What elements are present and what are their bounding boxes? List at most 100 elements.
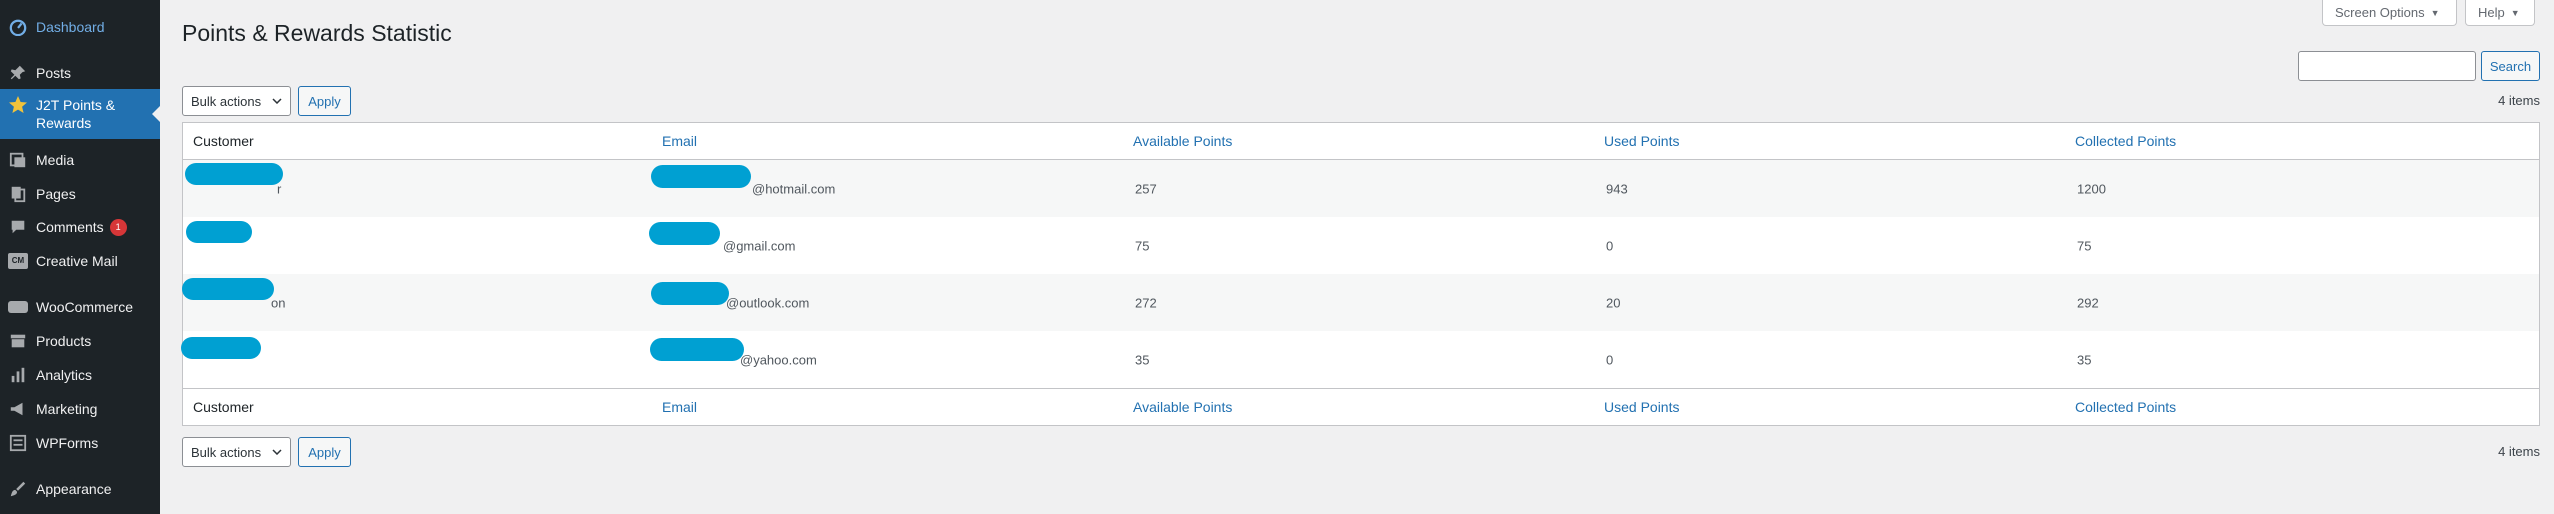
sidebar-item-label: WooCommerce <box>36 299 133 315</box>
collected-points-cell: 35 <box>2077 352 2092 367</box>
sidebar-item-posts[interactable]: Posts <box>0 61 160 85</box>
column-footer-customer: Customer <box>193 399 254 415</box>
email-cell: @gmail.com <box>723 238 796 253</box>
column-footer-used-points[interactable]: Used Points <box>1604 399 1679 415</box>
megaphone-icon <box>0 400 36 418</box>
chevron-down-icon <box>272 98 282 104</box>
redaction-mark <box>181 337 261 359</box>
sidebar-item-label: Media <box>36 152 75 168</box>
caret-down-icon: ▼ <box>2510 7 2520 18</box>
sidebar-item-label: Creative Mail <box>36 253 118 269</box>
sidebar-item-comments[interactable]: Comments 1 <box>0 215 160 239</box>
available-points-cell: 75 <box>1135 238 1150 253</box>
bulk-actions-select-bottom[interactable]: Bulk actions <box>182 437 291 467</box>
creative-mail-icon-text: CM <box>8 253 28 269</box>
sidebar-item-dashboard[interactable]: Dashboard <box>0 15 160 39</box>
sidebar-item-label: WPForms <box>36 435 99 451</box>
table-row: r @hotmail.com 257 943 1200 <box>183 160 2539 217</box>
sidebar-item-pages[interactable]: Pages <box>0 182 160 206</box>
creative-mail-icon: CM <box>0 253 36 269</box>
available-points-cell: 35 <box>1135 352 1150 367</box>
items-count-top: 4 items <box>2498 93 2540 108</box>
email-cell: @hotmail.com <box>752 181 836 196</box>
email-cell: @yahoo.com <box>740 352 817 367</box>
used-points-cell: 0 <box>1606 352 1614 367</box>
column-header-available-points[interactable]: Available Points <box>1133 133 1232 149</box>
bulk-actions-label: Bulk actions <box>191 93 262 109</box>
sidebar-item-label: Marketing <box>36 401 98 417</box>
redaction-mark <box>651 165 751 188</box>
pin-icon <box>0 64 36 82</box>
current-menu-arrow <box>152 106 160 122</box>
used-points-cell: 20 <box>1606 295 1621 310</box>
column-footer-collected-points[interactable]: Collected Points <box>2075 399 2176 415</box>
sidebar-item-appearance[interactable]: Appearance <box>0 477 160 501</box>
sidebar-item-j2t-points-rewards[interactable]: J2T Points & Rewards <box>0 89 160 139</box>
paintbrush-icon <box>0 480 36 498</box>
sidebar-item-products[interactable]: Products <box>0 329 160 353</box>
collected-points-cell: 1200 <box>2077 181 2106 196</box>
column-header-collected-points[interactable]: Collected Points <box>2075 133 2176 149</box>
screen-options-label: Screen Options <box>2335 5 2425 20</box>
column-header-used-points[interactable]: Used Points <box>1604 133 1679 149</box>
sidebar-item-woocommerce[interactable]: WooCommerce <box>0 295 160 319</box>
sidebar-item-label: Posts <box>36 65 72 81</box>
redaction-mark <box>182 278 274 300</box>
email-cell: @outlook.com <box>726 295 810 310</box>
column-footer-available-points[interactable]: Available Points <box>1133 399 1232 415</box>
table-header: Customer Email Available Points Used Poi… <box>183 123 2539 160</box>
admin-sidebar: Dashboard Posts J2T Points & Rewards Med… <box>0 0 160 514</box>
help-button[interactable]: Help ▼ <box>2465 0 2535 26</box>
sidebar-item-marketing[interactable]: Marketing <box>0 397 160 421</box>
available-points-cell: 257 <box>1135 181 1157 196</box>
comment-icon <box>0 218 36 236</box>
bulk-actions-label: Bulk actions <box>191 444 262 460</box>
redaction-mark <box>185 163 283 185</box>
table-row: @gmail.com 75 0 75 <box>183 217 2539 274</box>
collected-points-cell: 75 <box>2077 238 2092 253</box>
help-label: Help <box>2478 5 2505 20</box>
redaction-mark <box>651 282 729 305</box>
star-icon <box>0 95 36 115</box>
archive-icon <box>0 332 36 350</box>
woocommerce-icon <box>0 300 36 314</box>
sidebar-item-label: Products <box>36 333 92 349</box>
sidebar-item-creative-mail[interactable]: CM Creative Mail <box>0 249 160 273</box>
bulk-actions-select-top[interactable]: Bulk actions <box>182 86 291 116</box>
sidebar-item-media[interactable]: Media <box>0 148 160 172</box>
apply-button-top[interactable]: Apply <box>298 86 351 116</box>
search-input[interactable] <box>2298 51 2476 81</box>
sidebar-item-label: Dashboard <box>36 19 105 35</box>
pages-icon <box>0 185 36 203</box>
page-title: Points & Rewards Statistic <box>182 20 452 46</box>
search-button[interactable]: Search <box>2481 51 2540 81</box>
column-header-email[interactable]: Email <box>662 133 697 149</box>
column-header-customer: Customer <box>193 133 254 149</box>
redaction-mark <box>650 338 744 361</box>
comments-count-badge: 1 <box>109 218 127 236</box>
media-icon <box>0 151 36 169</box>
screen-options-button[interactable]: Screen Options ▼ <box>2322 0 2457 26</box>
sidebar-item-analytics[interactable]: Analytics <box>0 363 160 387</box>
customer-cell: r <box>277 181 282 196</box>
redaction-mark <box>649 222 720 245</box>
points-table: Customer Email Available Points Used Poi… <box>181 122 2540 426</box>
sidebar-item-wpforms[interactable]: WPForms <box>0 431 160 455</box>
sidebar-item-label: Analytics <box>36 367 93 383</box>
form-icon <box>0 434 36 452</box>
apply-button-bottom[interactable]: Apply <box>298 437 351 467</box>
available-points-cell: 272 <box>1135 295 1157 310</box>
customer-cell: on <box>271 295 286 310</box>
sidebar-item-label: Pages <box>36 186 76 202</box>
used-points-cell: 0 <box>1606 238 1614 253</box>
redaction-mark <box>186 221 252 243</box>
collected-points-cell: 292 <box>2077 295 2099 310</box>
bar-chart-icon <box>0 366 36 384</box>
table-row: @yahoo.com 35 0 35 <box>181 331 2539 388</box>
caret-down-icon: ▼ <box>2430 7 2440 18</box>
sidebar-item-label: Comments <box>36 219 104 235</box>
items-count-bottom: 4 items <box>2498 444 2540 459</box>
used-points-cell: 943 <box>1606 181 1628 196</box>
table-row: on @outlook.com 272 20 292 <box>182 274 2539 331</box>
column-footer-email[interactable]: Email <box>662 399 697 415</box>
